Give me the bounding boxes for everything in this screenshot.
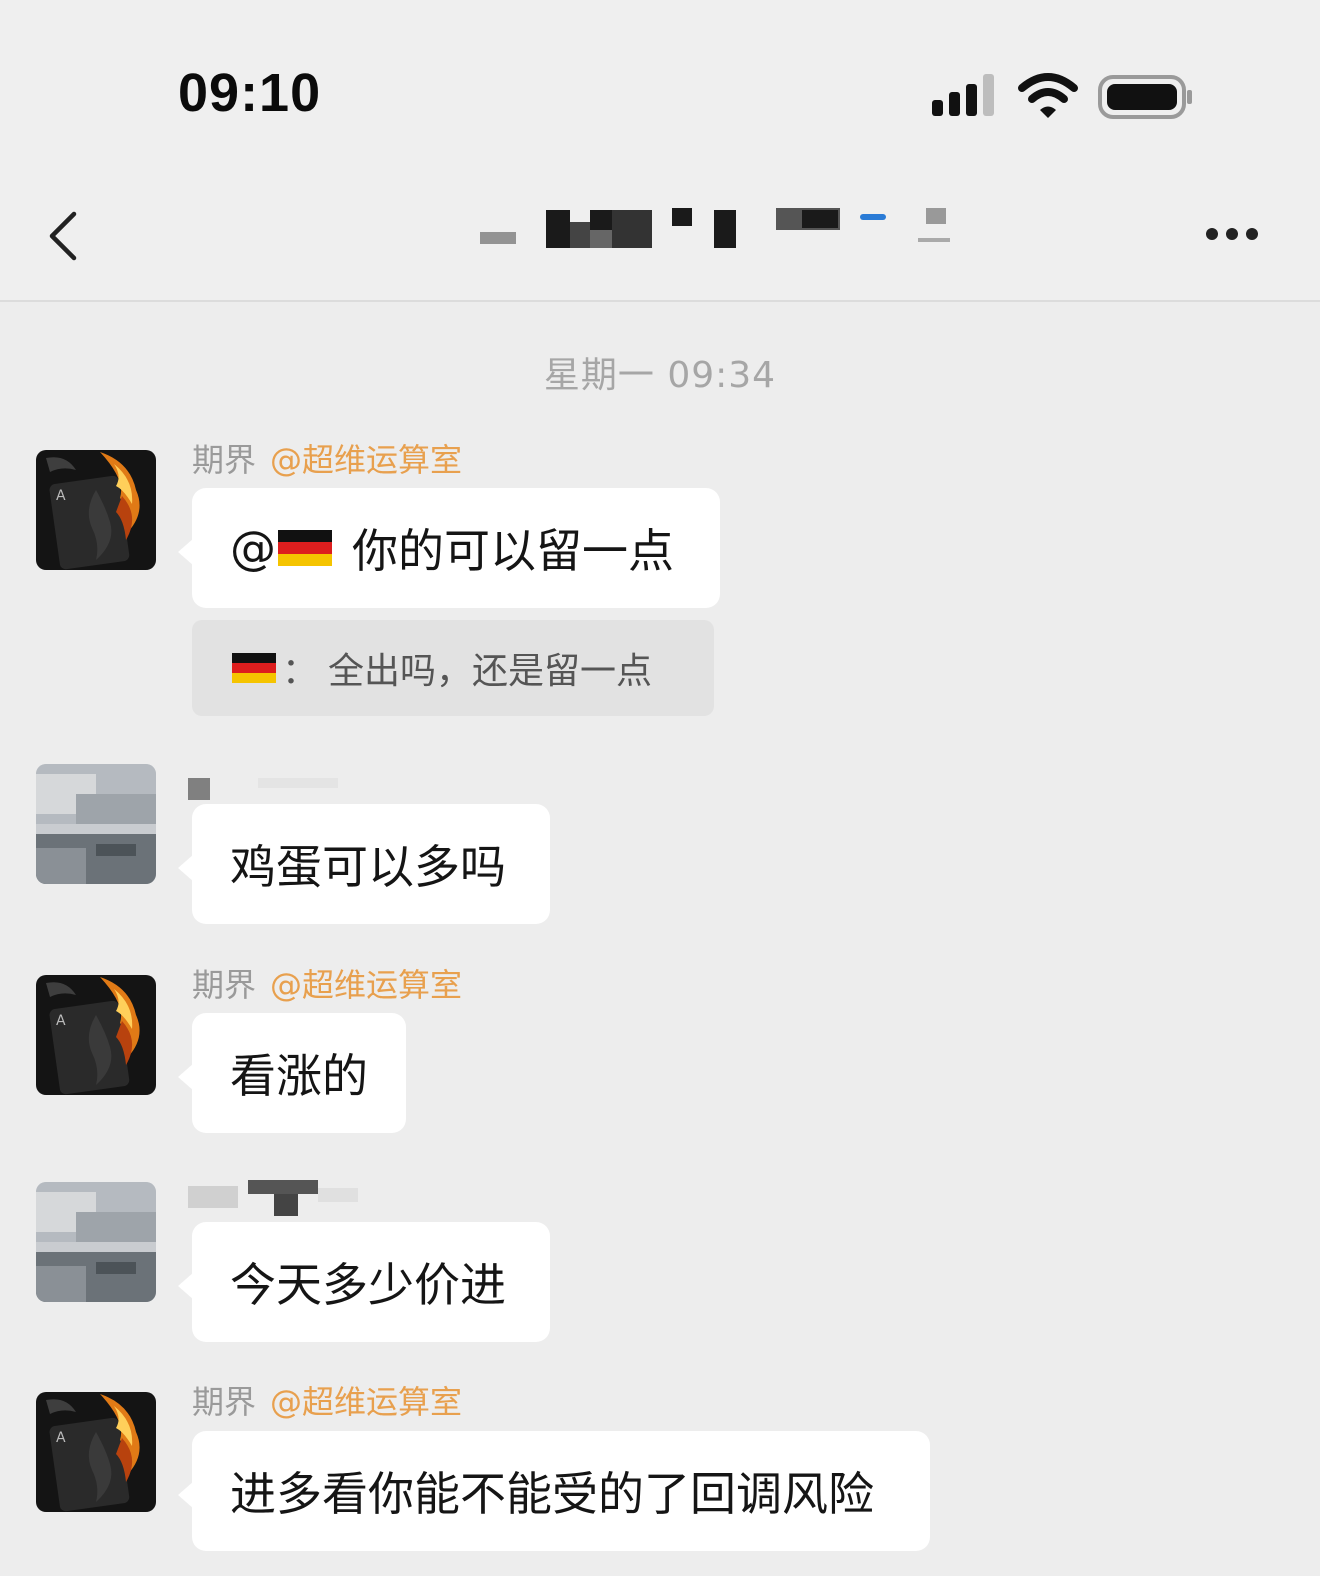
message-text: 你的可以留一点 — [352, 524, 674, 578]
sender-name: 期界 — [192, 1383, 257, 1421]
avatar-flaming-card[interactable]: A — [36, 450, 156, 570]
message-bubble[interactable]: 鸡蛋可以多吗 — [178, 804, 550, 924]
sender-name: 期界 — [192, 966, 257, 1004]
sender-tag: @超维运算室 — [270, 966, 463, 1004]
sender-name-redacted — [188, 778, 368, 804]
message-bubble[interactable]: @ 你的可以留一点 — [178, 488, 720, 608]
avatar-flaming-card[interactable]: A — [36, 975, 156, 1095]
quote-separator: ： — [282, 651, 319, 692]
wifi-icon — [1018, 73, 1078, 118]
svg-text:A: A — [56, 1013, 66, 1029]
chat-title-redacted — [470, 208, 960, 258]
status-time: 09:10 — [178, 63, 322, 123]
svg-text:A: A — [56, 1430, 66, 1446]
avatar-flaming-card[interactable]: A — [36, 1392, 156, 1512]
message-text: 鸡蛋可以多吗 — [230, 840, 506, 894]
sender-line: 期界 @超维运算室 — [192, 1382, 462, 1422]
avatar-landscape[interactable] — [36, 764, 156, 884]
cellular-signal-icon — [932, 74, 994, 116]
message-bubble[interactable]: 看涨的 — [178, 1013, 406, 1133]
sender-tag: @超维运算室 — [270, 441, 463, 479]
chevron-left-icon[interactable] — [44, 210, 84, 262]
avatar-landscape[interactable] — [36, 1182, 156, 1302]
message-text: 进多看你能不能受的了回调风险 — [230, 1467, 874, 1521]
germany-flag-icon — [278, 530, 332, 566]
sender-line: 期界 @超维运算室 — [192, 965, 462, 1005]
sender-tag: @超维运算室 — [270, 1383, 463, 1421]
sender-name-redacted — [188, 1176, 368, 1224]
message-text: 看涨的 — [230, 1049, 368, 1103]
quote-text: 全出吗，还是留一点 — [328, 651, 653, 692]
sender-line: 期界 @超维运算室 — [192, 440, 462, 480]
message-timestamp: 星期一 09:34 — [543, 355, 777, 396]
sender-name: 期界 — [192, 441, 257, 479]
svg-text:A: A — [56, 488, 66, 504]
nav-bar — [0, 190, 1320, 302]
message-bubble[interactable]: 今天多少价进 — [178, 1222, 550, 1342]
status-bar: 09:10 — [0, 0, 1320, 190]
mention-at-sign: @ — [230, 521, 276, 575]
battery-icon — [1098, 75, 1192, 119]
germany-flag-icon — [232, 653, 276, 683]
quoted-message[interactable]: ： 全出吗，还是留一点 — [192, 620, 714, 716]
message-bubble[interactable]: 进多看你能不能受的了回调风险 — [178, 1431, 930, 1551]
more-dots-icon[interactable] — [1204, 226, 1260, 242]
message-text: 今天多少价进 — [230, 1258, 506, 1312]
